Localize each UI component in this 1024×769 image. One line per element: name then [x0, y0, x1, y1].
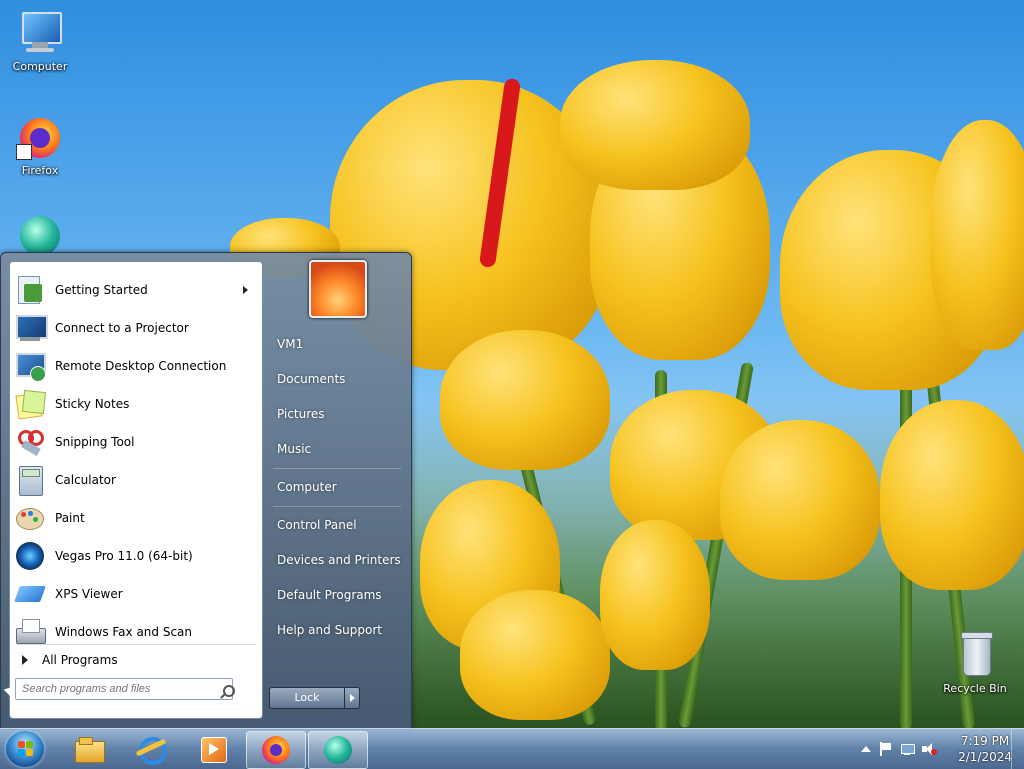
taskbar-media-player[interactable] — [184, 731, 242, 767]
computer-icon — [16, 10, 64, 58]
program-label: Windows Fax and Scan — [55, 625, 193, 639]
desktop-icon-label: Computer — [12, 60, 68, 73]
link-devices-printers[interactable]: Devices and Printers — [277, 547, 407, 573]
program-label: XPS Viewer — [55, 587, 123, 601]
links-separator — [273, 506, 401, 507]
program-label: Snipping Tool — [55, 435, 135, 449]
links-separator — [273, 468, 401, 469]
taskbar: 7:19 PM 2/1/2024 — [0, 728, 1024, 769]
programs-separator — [16, 644, 256, 645]
projector-icon — [14, 312, 48, 344]
start-menu-programs-pane: Getting Started Connect to a Projector R… — [9, 261, 263, 719]
taskbar-firefox[interactable] — [246, 731, 306, 769]
program-calculator[interactable]: Calculator — [12, 462, 260, 498]
system-tray: 7:19 PM 2/1/2024 — [834, 729, 1024, 769]
program-label: Connect to a Projector — [55, 321, 189, 335]
xps-viewer-icon — [14, 578, 46, 610]
all-programs-label: All Programs — [42, 653, 118, 667]
program-vegas-pro[interactable]: Vegas Pro 11.0 (64-bit) — [12, 538, 260, 574]
media-player-icon — [199, 735, 227, 763]
program-getting-started[interactable]: Getting Started — [12, 272, 260, 308]
link-default-programs[interactable]: Default Programs — [277, 582, 407, 608]
desktop-icon-label: Firefox — [21, 164, 59, 177]
program-label: Sticky Notes — [55, 397, 130, 411]
program-label: Remote Desktop Connection — [55, 359, 227, 373]
firefox-icon — [16, 114, 64, 162]
snipping-tool-icon — [14, 426, 46, 458]
program-snipping-tool[interactable]: Snipping Tool — [12, 424, 260, 460]
desktop-icon-label: Recycle Bin — [943, 682, 1007, 695]
show-desktop-button[interactable] — [1011, 729, 1024, 769]
getting-started-icon — [14, 274, 46, 306]
search-input[interactable] — [15, 678, 233, 700]
taskbar-internet-explorer[interactable] — [122, 731, 180, 767]
clock-date: 2/1/2024 — [958, 750, 1012, 764]
expand-arrow-icon — [22, 655, 28, 665]
submenu-arrow-icon — [243, 286, 248, 294]
desktop-icon-recycle-bin[interactable]: Recycle Bin — [937, 632, 1013, 695]
start-menu: Getting Started Connect to a Projector R… — [0, 252, 412, 730]
clock-time: 7:19 PM — [960, 734, 1010, 748]
explorer-icon — [75, 735, 105, 763]
desktop-icon-computer[interactable]: Computer — [2, 10, 78, 73]
volume-muted-icon[interactable] — [922, 742, 937, 756]
firefox-icon — [262, 736, 290, 764]
internet-explorer-icon — [135, 735, 167, 765]
link-pictures[interactable]: Pictures — [277, 401, 407, 427]
program-remote-desktop[interactable]: Remote Desktop Connection — [12, 348, 260, 384]
show-hidden-icons-icon[interactable] — [858, 742, 872, 756]
taskbar-app[interactable] — [308, 731, 368, 769]
clock[interactable]: 7:19 PM 2/1/2024 — [958, 733, 1012, 765]
windows-logo-icon — [18, 741, 25, 748]
desktop-icon-firefox[interactable]: Firefox — [2, 114, 78, 177]
link-computer[interactable]: Computer — [277, 474, 407, 500]
lock-button[interactable]: Lock — [269, 687, 345, 709]
program-xps-viewer[interactable]: XPS Viewer — [12, 576, 260, 612]
link-control-panel[interactable]: Control Panel — [277, 512, 407, 538]
search-icon[interactable] — [223, 685, 235, 697]
program-sticky-notes[interactable]: Sticky Notes — [12, 386, 260, 422]
link-documents[interactable]: Documents — [277, 366, 407, 392]
remote-desktop-icon — [14, 350, 46, 382]
program-connect-to-projector[interactable]: Connect to a Projector — [12, 310, 260, 346]
sticky-notes-icon — [14, 388, 47, 420]
start-button[interactable] — [6, 731, 44, 767]
action-center-flag-icon[interactable] — [878, 742, 892, 756]
all-programs-button[interactable]: All Programs — [12, 646, 260, 674]
vegas-pro-icon — [14, 540, 46, 572]
link-music[interactable]: Music — [277, 436, 407, 462]
program-label: Vegas Pro 11.0 (64-bit) — [55, 549, 193, 563]
taskbar-explorer[interactable] — [60, 731, 118, 767]
link-help-support[interactable]: Help and Support — [277, 617, 407, 643]
program-label: Getting Started — [55, 283, 148, 297]
paint-icon — [14, 502, 46, 534]
calculator-icon — [14, 464, 46, 496]
program-label: Paint — [55, 511, 85, 525]
network-icon[interactable] — [900, 742, 915, 756]
program-paint[interactable]: Paint — [12, 500, 260, 536]
recycle-bin-icon — [951, 632, 999, 680]
app-icon — [324, 736, 352, 764]
user-picture[interactable] — [309, 260, 367, 318]
shutdown-options-button[interactable] — [344, 687, 360, 709]
program-label: Calculator — [55, 473, 116, 487]
link-user-folder[interactable]: VM1 — [277, 331, 407, 357]
start-menu-links-pane: VM1 Documents Pictures Music Computer Co… — [263, 253, 409, 729]
